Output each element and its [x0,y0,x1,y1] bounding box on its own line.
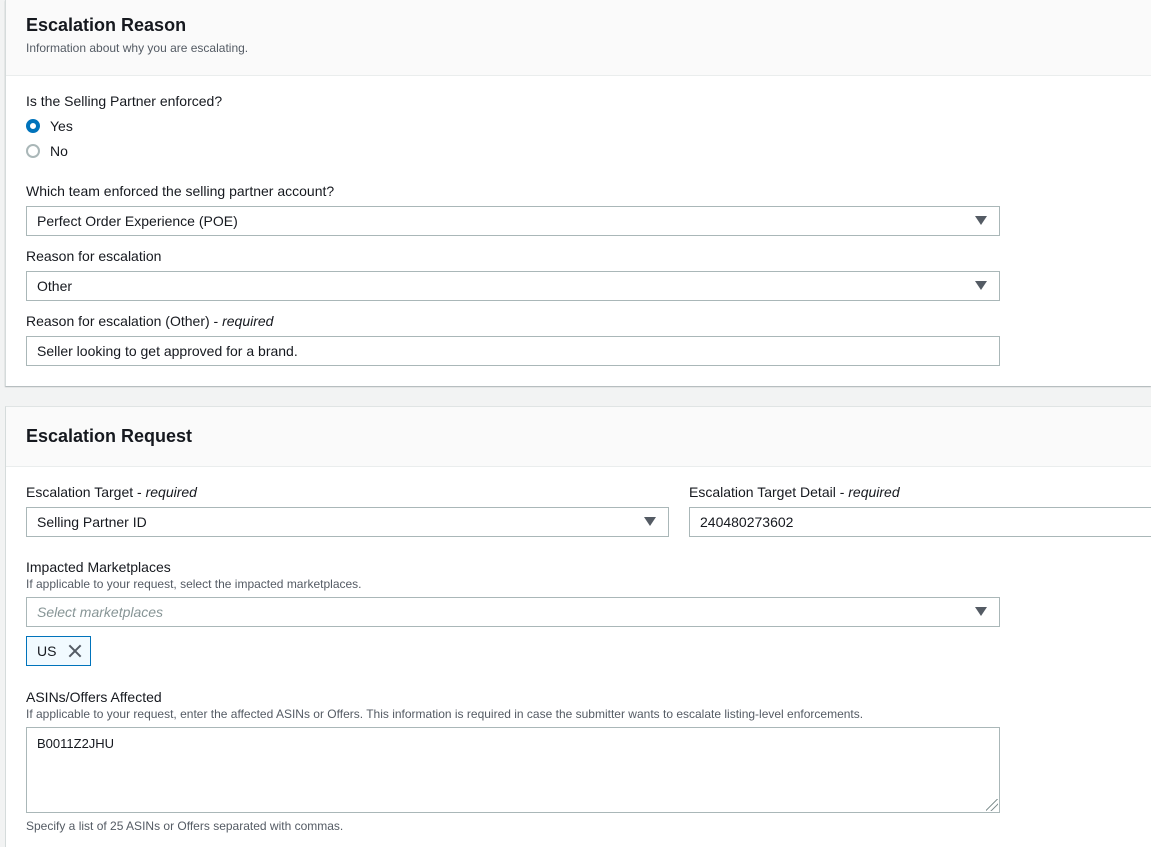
team-select[interactable]: Perfect Order Experience (POE) [26,206,1000,236]
reason-select-value: Other [37,278,73,294]
target-detail-label: Escalation Target Detail - required [689,484,900,500]
radio-no[interactable]: No [26,142,68,160]
asins-label: ASINs/Offers Affected [26,689,162,705]
resize-handle-icon[interactable] [986,799,998,811]
asins-textarea[interactable]: B0011Z2JHU [26,727,1000,813]
panel-title: Escalation Reason [26,15,187,35]
radio-yes[interactable]: Yes [26,117,73,135]
enforced-question-label: Is the Selling Partner enforced? [26,93,223,109]
escalation-request-panel: Escalation Request Escalation Target - r… [5,406,1151,847]
asins-hint: Specify a list of 25 ASINs or Offers sep… [26,819,344,833]
reason-other-input[interactable]: Seller looking to get approved for a bra… [26,336,1000,366]
reason-other-input-value: Seller looking to get approved for a bra… [37,343,298,359]
asins-description: If applicable to your request, enter the… [26,707,864,721]
reason-select[interactable]: Other [26,271,1000,301]
marketplaces-placeholder: Select marketplaces [37,604,164,620]
caret-down-icon [975,216,987,225]
marketplace-token: US [26,636,92,666]
marketplace-token-label: US [37,643,57,659]
radio-yes-label: Yes [50,118,73,134]
target-label-text: Escalation Target - [26,484,146,500]
reason-other-label: Reason for escalation (Other) - required [26,313,273,329]
required-marker: required [145,484,197,500]
radio-yes-icon[interactable] [26,119,40,133]
target-detail-input[interactable]: 240480273602 [689,507,1151,537]
radio-no-label: No [50,143,68,159]
radio-no-icon[interactable] [26,144,40,158]
reason-label: Reason for escalation [26,248,162,264]
required-marker: required [222,313,274,329]
asins-textarea-value: B0011Z2JHU [37,736,115,751]
target-detail-input-value: 240480273602 [700,514,794,530]
reason-other-label-text: Reason for escalation (Other) - [26,313,223,329]
required-marker: required [848,484,900,500]
escalation-reason-panel: Escalation Reason Information about why … [5,0,1151,386]
caret-down-icon [644,517,656,526]
caret-down-icon [975,281,987,290]
team-label: Which team enforced the selling partner … [26,183,335,199]
panel-header: Escalation Request [6,407,1151,467]
target-select-value: Selling Partner ID [37,514,147,530]
target-detail-label-text: Escalation Target Detail - [689,484,849,500]
close-icon[interactable] [68,644,82,658]
panel-title: Escalation Request [26,426,193,446]
caret-down-icon [975,607,987,616]
marketplaces-label: Impacted Marketplaces [26,559,171,575]
panel-subtitle: Information about why you are escalating… [26,41,249,55]
target-label: Escalation Target - required [26,484,197,500]
marketplaces-description: If applicable to your request, select th… [26,577,362,591]
marketplaces-select[interactable]: Select marketplaces [26,597,1000,627]
target-select[interactable]: Selling Partner ID [26,507,669,537]
team-select-value: Perfect Order Experience (POE) [37,213,238,229]
panel-header: Escalation Reason Information about why … [6,0,1151,76]
